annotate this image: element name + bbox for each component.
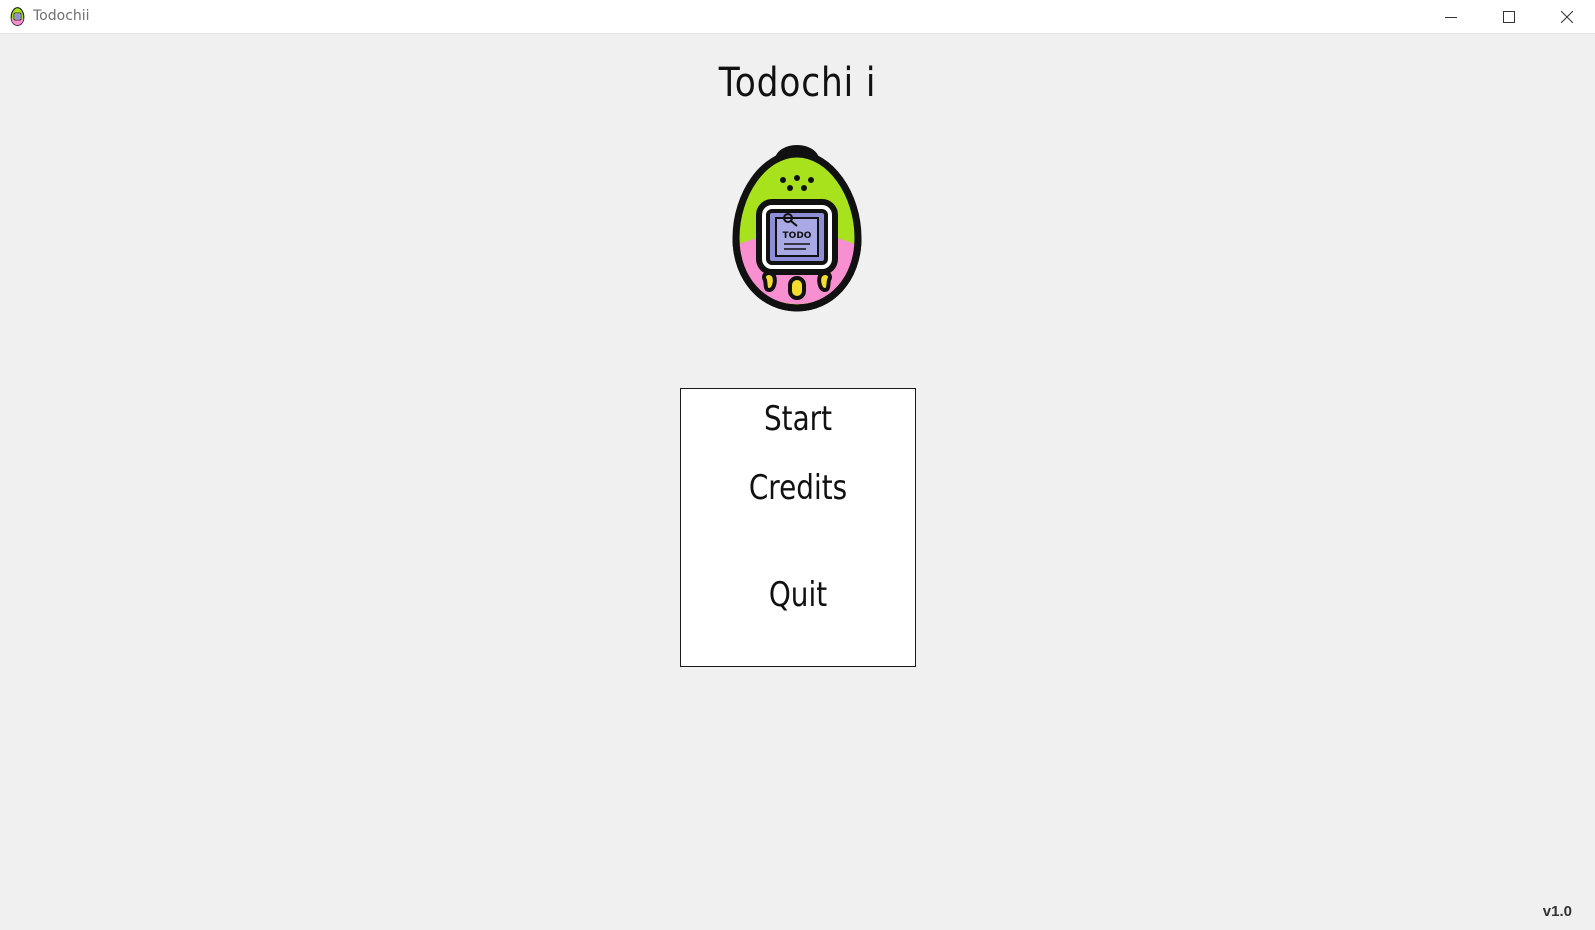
- minimize-button[interactable]: [1422, 0, 1480, 33]
- credits-button[interactable]: Credits: [702, 468, 894, 508]
- tamagotchi-todo-icon: TODO: [732, 145, 862, 312]
- main-menu: Start Credits Quit: [680, 388, 916, 667]
- start-button[interactable]: Start: [702, 399, 894, 439]
- app-window: Todochii Todochi i TODO Start Credits Qu…: [0, 0, 1595, 930]
- app-title: Todochi i: [718, 60, 877, 106]
- app-icon: [10, 7, 25, 26]
- logo-screen-text: TODO: [783, 231, 812, 241]
- close-icon: [1561, 10, 1573, 23]
- version-label: v1.0: [1542, 903, 1572, 920]
- window-title: Todochii: [33, 8, 90, 24]
- quit-button[interactable]: Quit: [702, 575, 894, 615]
- minimize-icon: [1445, 16, 1457, 18]
- maximize-button[interactable]: [1480, 0, 1538, 33]
- maximize-icon: [1503, 10, 1515, 23]
- close-button[interactable]: [1538, 0, 1595, 33]
- title-bar: Todochii: [0, 0, 1595, 34]
